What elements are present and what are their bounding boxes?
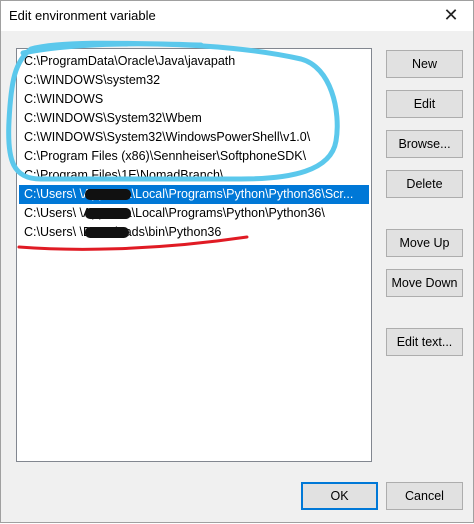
delete-button[interactable]: Delete	[386, 170, 463, 198]
edit-button[interactable]: Edit	[386, 90, 463, 118]
ok-button[interactable]: OK	[301, 482, 378, 510]
list-item[interactable]: C:\WINDOWS\System32\WindowsPowerShell\v1…	[19, 128, 369, 147]
dialog-title: Edit environment variable	[9, 8, 156, 23]
list-item[interactable]: C:\Program Files (x86)\Sennheiser\Softph…	[19, 147, 369, 166]
path-entries-list[interactable]: C:\ProgramData\Oracle\Java\javapath C:\W…	[16, 48, 372, 462]
list-item[interactable]: C:\Users\ \AppData\Local\Programs\Python…	[19, 204, 369, 223]
list-item[interactable]: C:\WINDOWS\system32	[19, 71, 369, 90]
list-item[interactable]: C:\WINDOWS	[19, 90, 369, 109]
redaction-mark	[85, 208, 131, 219]
cancel-button[interactable]: Cancel	[386, 482, 463, 510]
redaction-mark	[85, 227, 129, 238]
list-item[interactable]: C:\WINDOWS\System32\Wbem	[19, 109, 369, 128]
new-button[interactable]: New	[386, 50, 463, 78]
move-down-button[interactable]: Move Down	[386, 269, 463, 297]
list-item[interactable]: C:\Program Files\1E\NomadBranch\	[19, 166, 369, 185]
list-item[interactable]: C:\Users\ \Downloads\bin\Python36	[19, 223, 369, 242]
edit-environment-variable-dialog: Edit environment variable ✕ C:\ProgramDa…	[0, 0, 474, 523]
list-item-selected[interactable]: C:\Users\ \AppData\Local\Programs\Python…	[19, 185, 369, 204]
close-icon[interactable]: ✕	[439, 3, 463, 27]
browse-button[interactable]: Browse...	[386, 130, 463, 158]
redaction-mark	[85, 189, 131, 200]
move-up-button[interactable]: Move Up	[386, 229, 463, 257]
edit-text-button[interactable]: Edit text...	[386, 328, 463, 356]
list-item[interactable]: C:\ProgramData\Oracle\Java\javapath	[19, 52, 369, 71]
title-bar: Edit environment variable ✕	[1, 1, 473, 31]
